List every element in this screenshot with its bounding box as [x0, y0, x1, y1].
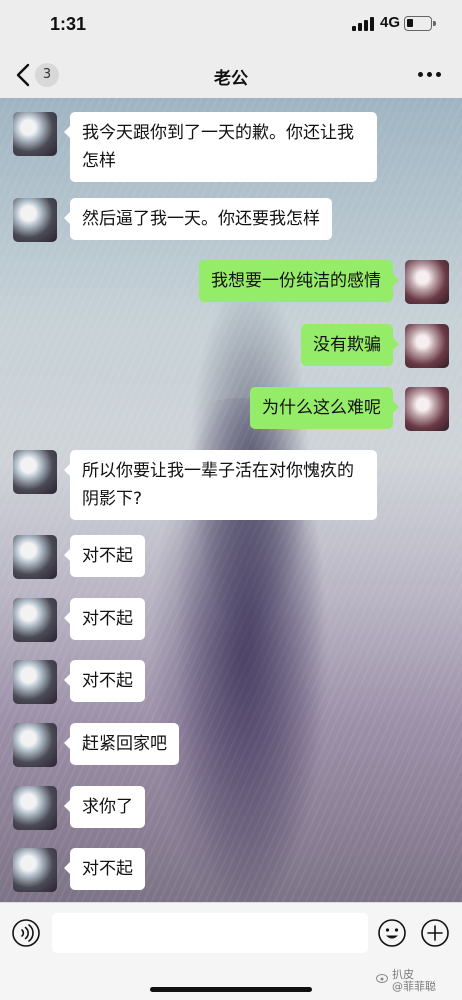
incoming-bubble[interactable]: 赶紧回家吧 — [64, 723, 179, 765]
watermark-line2: @菲菲聪 — [392, 980, 436, 993]
status-bar: 1:31 4G — [0, 0, 462, 52]
plus-icon[interactable] — [420, 918, 450, 948]
contact-avatar[interactable] — [13, 598, 57, 642]
signal-icon — [352, 17, 374, 31]
self-avatar[interactable] — [405, 324, 449, 368]
status-time: 1:31 — [50, 14, 87, 34]
self-avatar[interactable] — [405, 260, 449, 304]
contact-avatar[interactable] — [13, 198, 57, 242]
chat-area[interactable]: 我今天跟你到了一天的歉。你还让我怎样 然后逼了我一天。你还要我怎样 我想要一份纯… — [0, 98, 462, 902]
chat-header: 3 老公 — [0, 52, 462, 98]
incoming-bubble[interactable]: 我今天跟你到了一天的歉。你还让我怎样 — [64, 112, 377, 182]
incoming-bubble[interactable]: 对不起 — [64, 848, 145, 890]
outgoing-bubble[interactable]: 我想要一份纯洁的感情 — [199, 260, 399, 302]
home-indicator — [150, 987, 312, 992]
contact-avatar[interactable] — [13, 450, 57, 494]
watermark: 扒皮 @菲菲聪 — [392, 969, 436, 993]
contact-name-title: 老公 — [214, 69, 248, 89]
incoming-bubble[interactable]: 对不起 — [64, 535, 145, 577]
contact-avatar[interactable] — [13, 112, 57, 156]
contact-avatar[interactable] — [13, 660, 57, 704]
input-bar: 扒皮 @菲菲聪 — [0, 902, 462, 1000]
contact-avatar[interactable] — [13, 723, 57, 767]
incoming-bubble[interactable]: 对不起 — [64, 660, 145, 702]
incoming-bubble[interactable]: 对不起 — [64, 598, 145, 640]
contact-avatar[interactable] — [13, 786, 57, 830]
weibo-logo-icon — [376, 974, 388, 983]
contact-avatar[interactable] — [13, 848, 57, 892]
emoji-icon[interactable] — [377, 918, 407, 948]
message-input[interactable] — [52, 913, 368, 953]
voice-icon[interactable] — [11, 918, 41, 948]
network-type: 4G — [380, 14, 401, 31]
outgoing-bubble[interactable]: 没有欺骗 — [301, 324, 399, 366]
battery-icon — [404, 16, 436, 31]
incoming-bubble[interactable]: 求你了 — [64, 786, 145, 828]
self-avatar[interactable] — [405, 387, 449, 431]
outgoing-bubble[interactable]: 为什么这么难呢 — [250, 387, 399, 429]
incoming-bubble[interactable]: 然后逼了我一天。你还要我怎样 — [64, 198, 332, 240]
more-icon[interactable] — [418, 72, 444, 78]
contact-avatar[interactable] — [13, 535, 57, 579]
incoming-bubble[interactable]: 所以你要让我一辈子活在对你愧疚的阴影下? — [64, 450, 377, 520]
